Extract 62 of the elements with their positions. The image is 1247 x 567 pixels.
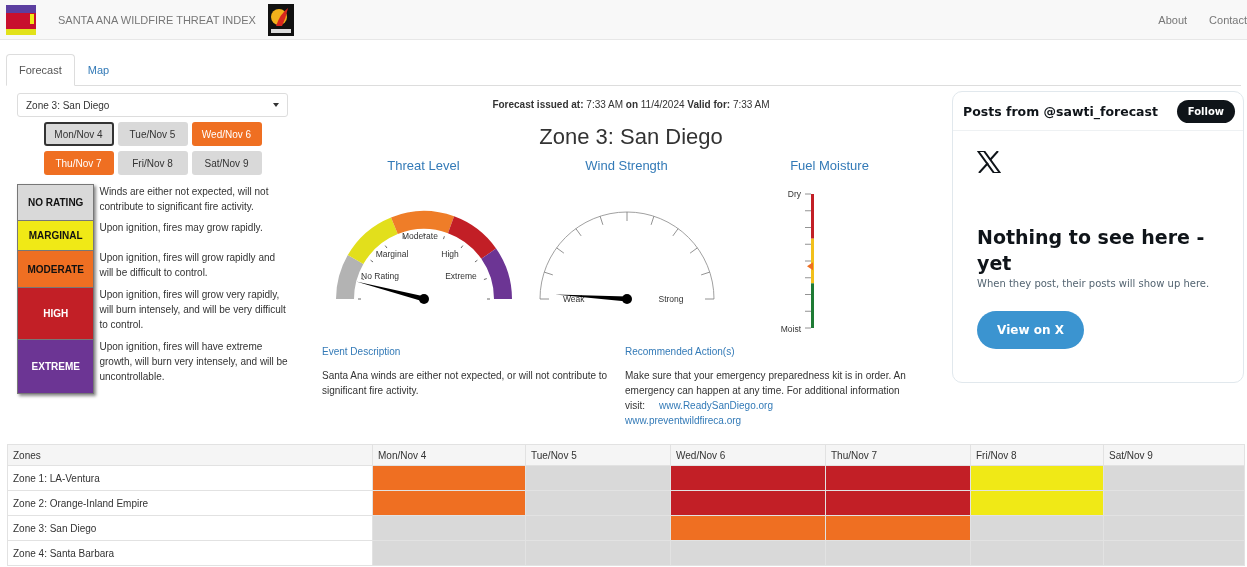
scale-label: Dry xyxy=(787,189,801,199)
follow-button[interactable]: Follow xyxy=(1176,99,1235,123)
logo-drawing xyxy=(6,4,36,35)
day-button[interactable]: Mon/Nov 4 xyxy=(43,122,114,146)
gauge-title: Wind Strength xyxy=(585,158,668,173)
scale-label: Moist xyxy=(780,324,801,334)
gauge-label: Strong xyxy=(658,294,683,304)
zone-dropdown[interactable]: Zone 3: San Diego xyxy=(17,93,288,117)
x-logo-icon xyxy=(977,151,1001,173)
gauge-label: Moderate xyxy=(401,231,438,241)
site-title: SANTA ANA WILDFIRE THREAT INDEX xyxy=(58,13,256,26)
rating-swatch: EXTREME xyxy=(18,340,94,393)
rating-description: Winds are either not expected, will not contribute to significant fire activity. xyxy=(99,186,269,212)
nav-link[interactable]: About xyxy=(1158,13,1188,26)
day-button[interactable]: Tue/Nov 5 xyxy=(117,122,188,146)
gauge-label: Marginal xyxy=(375,249,408,259)
section-heading: Event Description xyxy=(322,346,402,357)
column-header: Tue/Nov 5 xyxy=(525,444,671,466)
column-header: Fri/Nov 8 xyxy=(970,444,1104,466)
zone-cell: Zone 3: San Diego xyxy=(7,515,373,541)
gauge-label: High xyxy=(440,249,459,259)
column-header: Mon/Nov 4 xyxy=(372,444,526,466)
rating-swatch: NO RATING xyxy=(18,185,94,221)
gauge-label: No Rating xyxy=(360,271,399,281)
nav-link[interactable]: Contact xyxy=(1209,13,1247,26)
rating-description: Upon ignition, fires will have extreme growth, will burn very intensely, and will be uncontrollable. xyxy=(99,341,288,382)
day-button[interactable]: Thu/Nov 7 xyxy=(43,151,114,175)
event-description: Santa Ana winds are either not expected, or will not contribute to significant fire activity. xyxy=(322,369,609,398)
zone-cell: Zone 4: Santa Barbara xyxy=(7,540,373,566)
rating-description: Upon ignition, fires may grow rapidly. xyxy=(99,222,263,233)
empty-heading: Nothing to see here - yet xyxy=(977,225,1206,276)
panel-title: Posts from @sawti_forecast xyxy=(963,103,1158,119)
caret-icon xyxy=(273,103,279,107)
section-heading: Recommended Action(s) xyxy=(625,346,736,357)
view-on-x-button[interactable]: View on X xyxy=(977,311,1084,349)
gauge-label: Weak xyxy=(562,294,585,304)
rating-description: Upon ignition, fires will grow rapidly and will be difficult to control. xyxy=(99,252,276,278)
column-header: Thu/Nov 7 xyxy=(825,444,971,466)
rating-description: Upon ignition, fires will grow very rapidly, will burn intensely, and will be very difficult to control. xyxy=(99,289,286,330)
column-header: Sat/Nov 9 xyxy=(1103,444,1245,466)
day-button[interactable]: Wed/Nov 6 xyxy=(191,122,262,146)
column-header: Wed/Nov 6 xyxy=(670,444,826,466)
rating-swatch: HIGH xyxy=(18,288,94,340)
empty-message: When they post, their posts will show up here. xyxy=(977,278,1211,289)
zone-title: Zone 3: San Diego xyxy=(538,124,724,150)
tab[interactable]: Forecast xyxy=(6,54,75,86)
website-link[interactable]: www.preventwildfireca.org xyxy=(625,415,742,426)
logo-drawing xyxy=(267,3,294,36)
day-button[interactable]: Fri/Nov 8 xyxy=(117,151,188,175)
forecast-issued-text: Forecast issued at: 7:33 AM on 11/4/2024 Valid for: 7:33 AM xyxy=(491,99,771,110)
gauge-title: Threat Level xyxy=(387,158,460,173)
tab[interactable]: Map xyxy=(74,54,123,85)
rating-swatch: MODERATE xyxy=(18,251,94,288)
gauge-title: Fuel Moisture xyxy=(790,158,869,173)
gauge-label: Extreme xyxy=(444,271,477,281)
website-link[interactable]: www.ReadySanDiego.org xyxy=(659,400,773,411)
column-header: Zones xyxy=(7,444,373,466)
zone-cell: Zone 2: Orange-Inland Empire xyxy=(7,490,373,516)
zone-cell: Zone 1: LA-Ventura xyxy=(7,465,373,491)
rating-swatch: MARGINAL xyxy=(18,221,94,251)
day-button[interactable]: Sat/Nov 9 xyxy=(191,151,262,175)
recommended-action: Make sure that your emergency preparedness kit is in order. An emergency can happen at any time. For additional information visit: www.ReadySanDiego.org www.preventwildfireca.org xyxy=(625,369,907,428)
